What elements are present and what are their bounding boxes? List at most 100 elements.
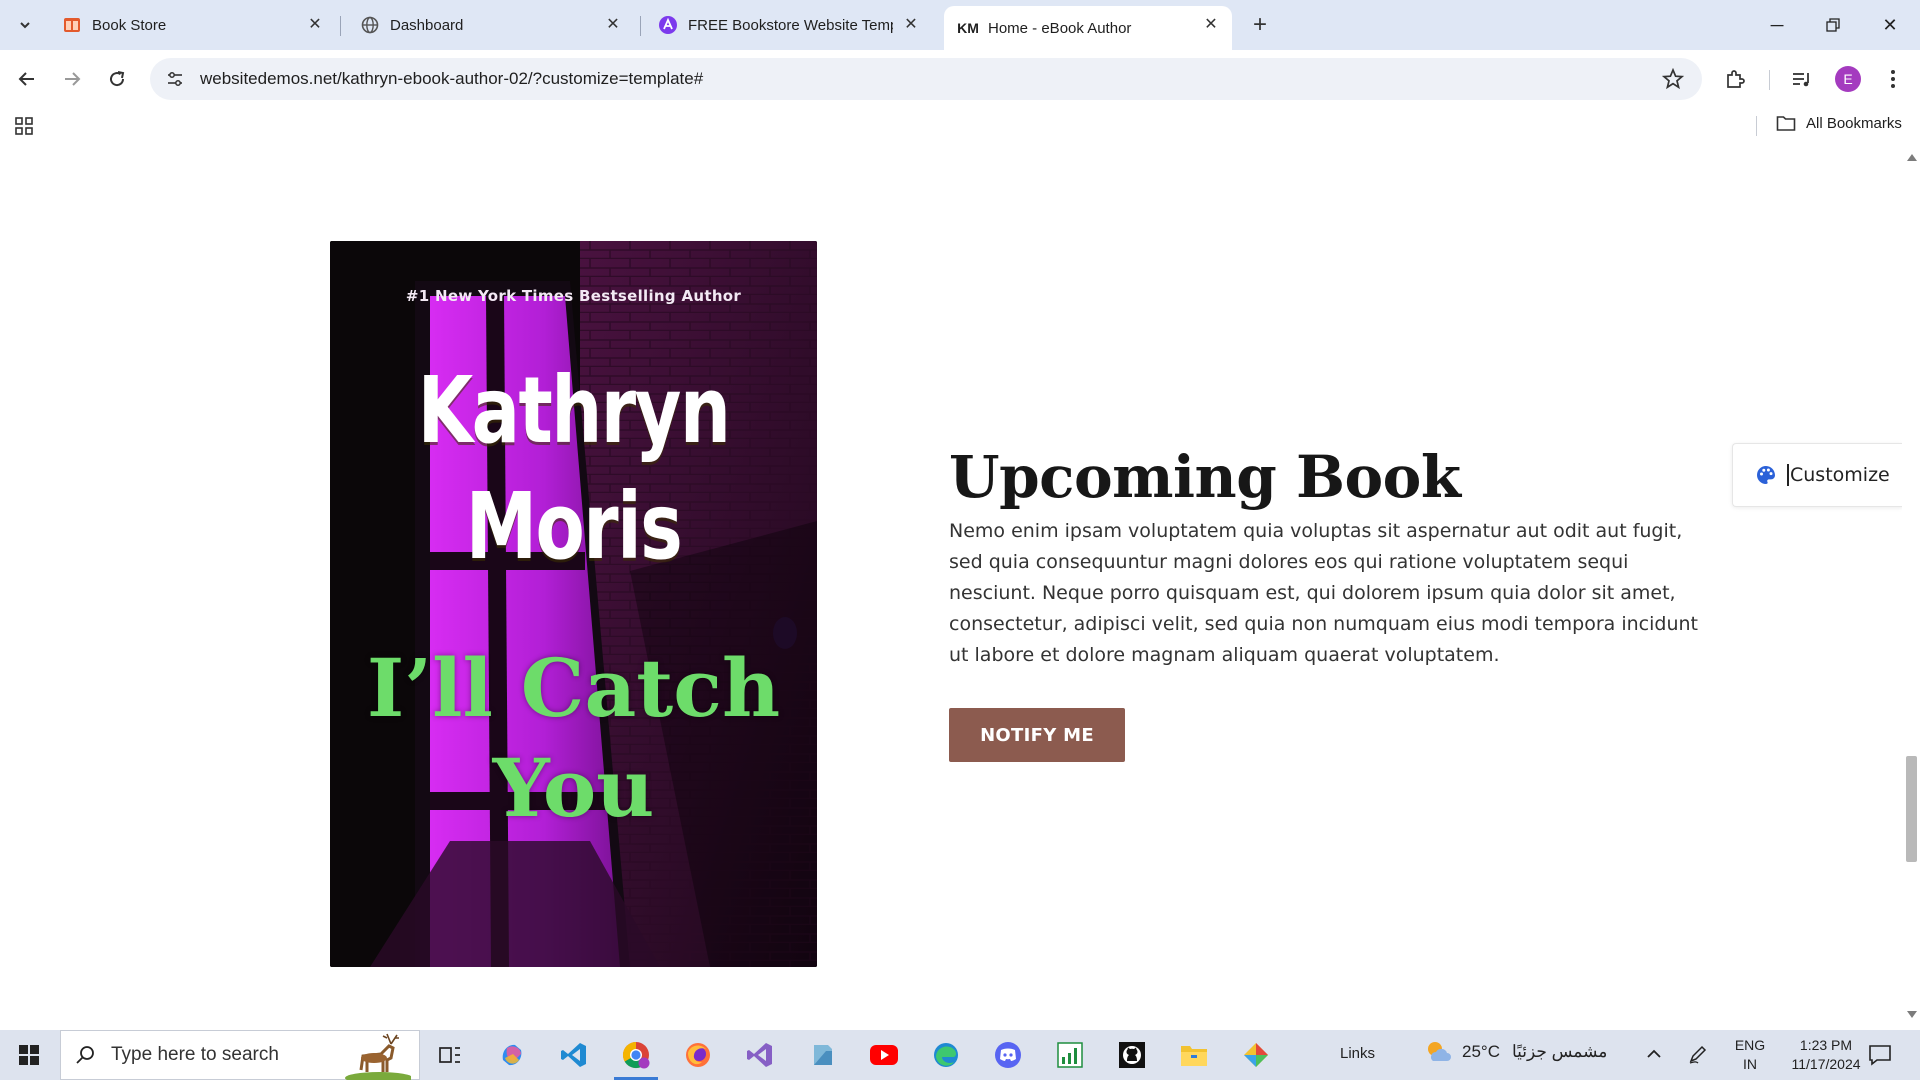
restore-icon: [1826, 18, 1840, 32]
cover-title-line-2: You: [492, 741, 655, 835]
partly-sunny-icon: [1428, 1042, 1451, 1061]
browser-menu-button[interactable]: [1878, 64, 1908, 94]
browser-tab-bar: Book Store ✕ Dashboard ✕ FREE Bookstore …: [0, 0, 1920, 50]
tab-title: Book Store: [92, 16, 167, 34]
restore-button[interactable]: [1813, 10, 1853, 40]
avatar: E: [1835, 66, 1861, 92]
section-heading: Upcoming Book: [949, 443, 1461, 511]
tab-title: Dashboard: [390, 16, 464, 34]
copilot-icon[interactable]: [496, 1039, 528, 1071]
discord-icon[interactable]: [992, 1039, 1024, 1071]
notification-icon[interactable]: [1868, 1044, 1892, 1066]
upcoming-book-info: Upcoming Book Nemo enim ipsam voluptatem…: [949, 442, 1699, 671]
chrome-icon[interactable]: [614, 1039, 658, 1080]
tab-title: FREE Bookstore Website Templ: [688, 16, 893, 34]
bookstore-icon: [62, 15, 82, 35]
profile-button[interactable]: E: [1833, 64, 1863, 94]
reload-icon: [110, 71, 125, 87]
tab-title: Home - eBook Author: [988, 19, 1132, 37]
all-bookmarks-label: All Bookmarks: [1806, 114, 1902, 132]
media-control-button[interactable]: [1786, 64, 1816, 94]
pen-icon[interactable]: [1688, 1044, 1708, 1064]
region-code: IN: [1743, 1056, 1757, 1072]
stock-chart-app-icon[interactable]: [1054, 1039, 1086, 1071]
notify-me-button[interactable]: NOTIFY ME: [949, 708, 1125, 762]
more-vertical-icon: [1891, 70, 1895, 88]
back-button[interactable]: [12, 64, 42, 94]
firefox-icon[interactable]: [682, 1039, 714, 1071]
cover-author-last-name: Moris: [465, 473, 683, 580]
all-bookmarks-button[interactable]: All Bookmarks: [1776, 114, 1902, 132]
url-text[interactable]: websitedemos.net/kathryn-ebook-author-02…: [200, 69, 703, 89]
site-info-icon[interactable]: [160, 64, 190, 94]
youtube-icon[interactable]: [868, 1039, 900, 1071]
scrollbar-thumb[interactable]: [1906, 756, 1917, 862]
windows-start-icon[interactable]: [18, 1044, 40, 1066]
close-icon[interactable]: ✕: [604, 16, 622, 34]
chevron-down-icon: [20, 22, 30, 29]
tab-separator: [640, 16, 641, 36]
close-icon[interactable]: ✕: [902, 16, 920, 34]
weather-temperature: 25°C: [1462, 1042, 1500, 1061]
arrow-right-icon: [65, 72, 81, 86]
scroll-up-arrow-icon[interactable]: [1907, 154, 1917, 161]
tab-dashboard[interactable]: Dashboard ✕: [346, 6, 634, 44]
new-tab-button[interactable]: +: [1246, 12, 1274, 40]
weather-condition: مشمس جزئيًا: [1511, 1042, 1608, 1061]
tab-separator: [340, 16, 341, 36]
bookmark-star-icon[interactable]: [1662, 68, 1684, 90]
edge-icon[interactable]: [930, 1039, 962, 1071]
apps-grid-icon[interactable]: [14, 116, 34, 136]
globe-icon: [360, 15, 380, 35]
tab-search-button[interactable]: [12, 12, 38, 38]
cover-author-first-name: Kathryn: [417, 357, 731, 464]
page-scrollbar[interactable]: [1902, 142, 1920, 1030]
forward-button[interactable]: [57, 64, 87, 94]
folder-icon: [1776, 116, 1796, 131]
deer-illustration-icon: [345, 1033, 411, 1080]
chevron-up-icon[interactable]: [1644, 1044, 1664, 1064]
palette-icon: [1757, 466, 1775, 484]
visual-studio-icon[interactable]: [744, 1039, 776, 1071]
customize-button[interactable]: Customize: [1732, 443, 1902, 507]
close-icon[interactable]: ✕: [306, 16, 324, 34]
weather-widget[interactable]: 25°C مشمس جزئيًا: [1424, 1039, 1607, 1065]
notes-app-icon[interactable]: [806, 1039, 838, 1071]
reload-button[interactable]: [102, 64, 132, 94]
language-indicator[interactable]: ENG IN: [1730, 1036, 1770, 1074]
extensions-button[interactable]: [1720, 64, 1750, 94]
taskbar-search-box[interactable]: Type here to search: [60, 1030, 420, 1080]
astra-icon: [658, 15, 678, 35]
scroll-down-arrow-icon[interactable]: [1907, 1011, 1917, 1018]
section-description: Nemo enim ipsam voluptatem quia voluptas…: [949, 520, 1698, 666]
close-window-button[interactable]: ✕: [1870, 10, 1910, 40]
customize-label: Customize: [1787, 464, 1890, 486]
app-diamond-icon[interactable]: [1240, 1039, 1272, 1071]
address-bar[interactable]: websitedemos.net/kathryn-ebook-author-02…: [150, 58, 1702, 100]
cover-artwork: [330, 241, 817, 967]
close-icon[interactable]: ✕: [1202, 16, 1220, 34]
bookmarks-bar: All Bookmarks: [0, 108, 1920, 142]
links-toolbar-label[interactable]: Links: [1340, 1045, 1375, 1062]
music-queue-icon: [1793, 73, 1809, 87]
github-icon[interactable]: [1116, 1039, 1148, 1071]
tab-book-store[interactable]: Book Store ✕: [48, 6, 336, 44]
search-icon: [76, 1046, 94, 1064]
km-logo: KM: [957, 20, 979, 36]
book-cover-image[interactable]: #1 New York Times Bestselling Author Kat…: [330, 241, 817, 967]
page-viewport: #1 New York Times Bestselling Author Kat…: [0, 142, 1902, 1030]
task-view-icon[interactable]: [434, 1039, 466, 1071]
cover-title-line-1: I’ll Catch: [366, 641, 781, 735]
vscode-icon[interactable]: [558, 1039, 590, 1071]
language-code: ENG: [1734, 1037, 1766, 1053]
minimize-button[interactable]: ─: [1757, 10, 1797, 40]
tab-home-ebook-author[interactable]: KM Home - eBook Author ✕: [944, 6, 1232, 50]
file-explorer-icon[interactable]: [1178, 1039, 1210, 1071]
arrow-left-icon: [18, 72, 34, 86]
system-clock[interactable]: 1:23 PM 11/17/2024: [1780, 1036, 1872, 1074]
windows-taskbar: Type here to search Links 25°C مشمس جزئي…: [0, 1030, 1920, 1080]
tab-free-bookstore-template[interactable]: FREE Bookstore Website Templ ✕: [644, 6, 932, 44]
clock-time: 1:23 PM: [1799, 1037, 1853, 1053]
search-placeholder: Type here to search: [111, 1044, 279, 1065]
cover-tagline: #1 New York Times Bestselling Author: [405, 287, 742, 305]
